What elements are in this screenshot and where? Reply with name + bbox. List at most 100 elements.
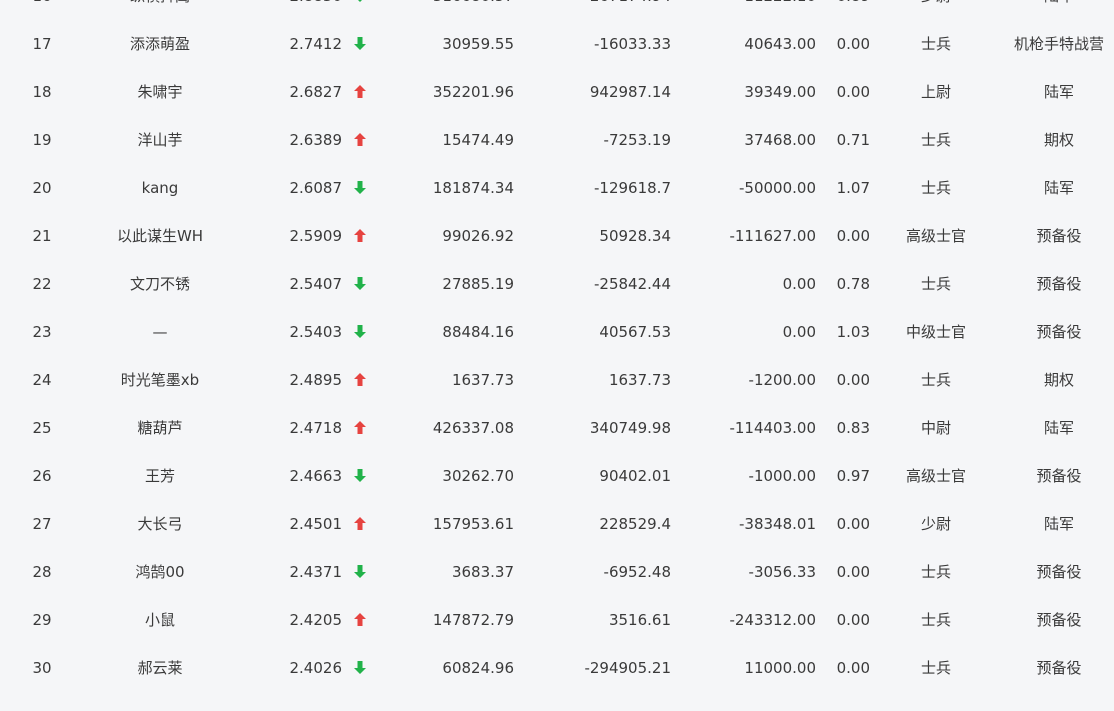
ratio-cell: 0.00	[836, 659, 870, 677]
value-3-cell: 0.00	[782, 323, 816, 341]
rank-cell: 22	[32, 275, 52, 293]
military-rank-cell: 高级士官	[905, 467, 966, 485]
rank-cell: 30	[32, 659, 52, 677]
value-1-cell: 3683.37	[451, 563, 514, 581]
value-3-cell: -243312.00	[729, 611, 816, 629]
ratio-cell: 0.00	[836, 35, 870, 53]
table-row: 28 鸿鹄00 2.4371 3683.37 -6952.48 -3056.33 0.00 士…	[0, 548, 1114, 596]
value-3-cell: -38348.01	[739, 515, 816, 533]
military-rank-cell: 上尉	[920, 83, 951, 101]
rank-cell: 19	[32, 131, 52, 149]
table-row: 27 大长弓 2.4501 157953.61 228529.4 -38348.01 0.0…	[0, 500, 1114, 548]
value-3-cell: -1000.00	[748, 467, 816, 485]
player-name: 添添萌盈	[129, 35, 190, 53]
rank-cell: 16	[22, 0, 62, 20]
rank-cell: 20	[32, 179, 52, 197]
player-name: 糖葫芦	[137, 419, 183, 437]
value-3-cell: -114403.00	[729, 419, 816, 437]
score-cell: 2.4026	[289, 659, 343, 677]
ratio-cell: 1.03	[836, 323, 870, 341]
unit-cell: 陆军	[1043, 179, 1074, 197]
table-row: 23 — 2.5403 88484.16 40567.53 0.00 1.03 中级士官 预备役	[0, 308, 1114, 356]
score-cell: 2.4895	[289, 371, 343, 389]
unit-cell: 陆军	[1004, 0, 1114, 20]
table-row: 19 洋山芋 2.6389 15474.49 -7253.19 37468.00 0.71 士…	[0, 116, 1114, 164]
player-name: 鸿鹄00	[135, 563, 185, 581]
arrow-down-icon	[349, 20, 371, 68]
military-rank-cell: 士兵	[920, 611, 951, 629]
score-cell: 2.8830	[268, 0, 343, 20]
military-rank-cell: 士兵	[920, 371, 951, 389]
military-rank-cell: 士兵	[920, 35, 951, 53]
rank-cell: 26	[32, 467, 52, 485]
value-1-cell: 147872.79	[432, 611, 514, 629]
table-row: 25 糖葫芦 2.4718 426337.08 340749.98 -114403.00 0…	[0, 404, 1114, 452]
military-rank-cell: 中尉	[920, 419, 951, 437]
value-2-cell: 1637.73	[608, 371, 671, 389]
arrow-down-icon	[349, 308, 371, 356]
military-rank-cell: 士兵	[920, 275, 951, 293]
ratio-cell: 0.71	[836, 131, 870, 149]
military-rank-cell: 高级士官	[905, 227, 966, 245]
value-1-cell: 1637.73	[451, 371, 514, 389]
military-rank-cell: 士兵	[920, 179, 951, 197]
rank-cell: 21	[32, 227, 52, 245]
arrow-up-icon	[349, 356, 371, 404]
arrow-down-icon	[349, 0, 371, 20]
military-rank-cell: 中级士官	[905, 323, 966, 341]
value-2-cell: 340749.98	[589, 419, 671, 437]
value-2-cell: 3516.61	[608, 611, 671, 629]
player-name: 文刀不锈	[129, 275, 190, 293]
military-rank-cell: 少尉	[920, 515, 951, 533]
value-1-cell: 27885.19	[442, 275, 514, 293]
military-rank-cell: 士兵	[920, 659, 951, 677]
arrow-down-icon	[349, 548, 371, 596]
value-1-cell: 30959.55	[442, 35, 514, 53]
military-rank-cell: 士兵	[920, 131, 951, 149]
arrow-up-icon	[349, 404, 371, 452]
unit-cell: 陆军	[1043, 83, 1074, 101]
score-cell: 2.4371	[289, 563, 343, 581]
arrow-down-icon	[349, 644, 371, 692]
ratio-cell: 0.00	[836, 83, 870, 101]
value-3-cell: -3056.33	[748, 563, 816, 581]
value-1-cell: 426337.08	[432, 419, 514, 437]
player-name: 纵横捭阖	[80, 0, 240, 20]
value-1-cell: 181874.34	[432, 179, 514, 197]
player-name: 小鼠	[144, 611, 175, 629]
unit-cell: 陆军	[1043, 419, 1074, 437]
value-3-cell: 37468.00	[744, 131, 816, 149]
score-cell: 2.6827	[289, 83, 343, 101]
ratio-cell: 0.00	[836, 611, 870, 629]
score-cell: 2.6087	[289, 179, 343, 197]
value-2-cell: 40567.53	[599, 323, 671, 341]
unit-cell: 陆军	[1043, 515, 1074, 533]
value-3-cell: -1200.00	[748, 371, 816, 389]
player-name: 大长弓	[137, 515, 183, 533]
value-1-cell: 15474.49	[442, 131, 514, 149]
value-2-cell: -6952.48	[603, 563, 671, 581]
value-2-cell: 50928.34	[599, 227, 671, 245]
arrow-up-icon	[349, 68, 371, 116]
ratio-cell: 0.97	[836, 467, 870, 485]
ratio-cell: 0.78	[836, 275, 870, 293]
ratio-cell: 0.83	[836, 419, 870, 437]
value-2-cell: 267174.94	[548, 0, 671, 20]
player-name: 朱啸宇	[137, 83, 183, 101]
score-cell: 2.5403	[289, 323, 343, 341]
unit-cell: 预备役	[1036, 227, 1082, 245]
value-2-cell: -129618.7	[594, 179, 671, 197]
value-1-cell: 30262.70	[442, 467, 514, 485]
arrow-up-icon	[349, 500, 371, 548]
value-2-cell: 228529.4	[599, 515, 671, 533]
table-row: 20 kang 2.6087 181874.34 -129618.7 -50000.00 1…	[0, 164, 1114, 212]
rank-cell: 18	[32, 83, 52, 101]
player-name: 时光笔墨xb	[120, 371, 200, 389]
player-name: 王芳	[144, 467, 175, 485]
value-3-cell: 0.00	[782, 275, 816, 293]
value-2-cell: 90402.01	[599, 467, 671, 485]
unit-cell: 预备役	[1036, 275, 1082, 293]
table-row: 21 以此谋生WH 2.5909 99026.92 50928.34 -111627.00…	[0, 212, 1114, 260]
score-cell: 2.5407	[289, 275, 343, 293]
score-cell: 2.5909	[289, 227, 343, 245]
